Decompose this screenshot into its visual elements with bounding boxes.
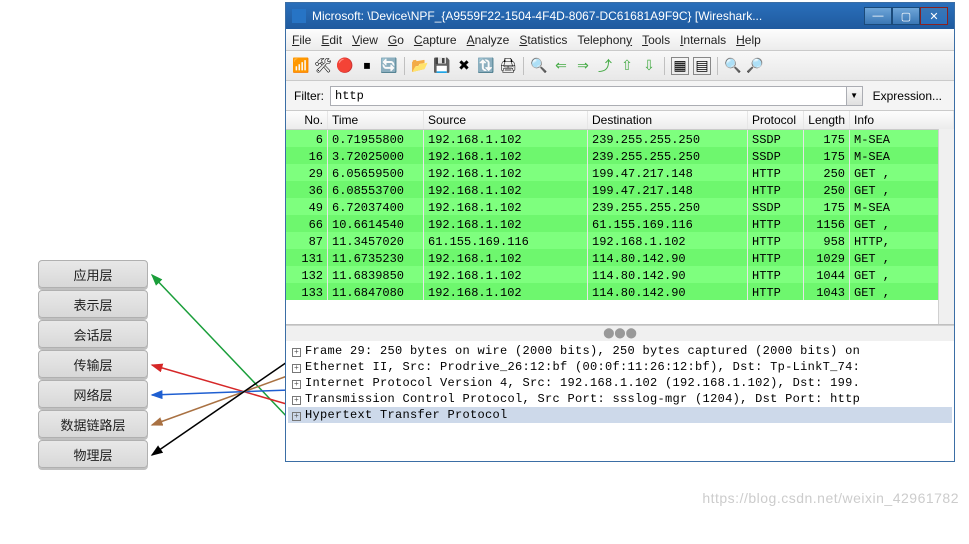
app-icon (292, 9, 306, 23)
filter-bar: Filter: ▼ Expression... (286, 81, 954, 111)
zoom-in-icon[interactable]: 🔍 (724, 57, 742, 75)
osi-physical: 物理层 (38, 440, 148, 468)
table-row[interactable]: 13211.6839850192.168.1.102114.80.142.90H… (286, 266, 954, 283)
expand-icon[interactable]: + (292, 412, 301, 421)
detail-ethernet[interactable]: +Ethernet II, Src: Prodrive_26:12:bf (00… (288, 359, 952, 375)
col-length[interactable]: Length (804, 111, 850, 129)
col-info[interactable]: Info (850, 111, 954, 129)
go-to-packet-icon[interactable]: ⤴ (596, 57, 614, 75)
maximize-button[interactable]: ▢ (892, 7, 920, 25)
table-row[interactable]: 366.08553700192.168.1.102199.47.217.148H… (286, 181, 954, 198)
go-last-icon[interactable]: ⇩ (640, 57, 658, 75)
open-icon[interactable]: 📂 (411, 57, 429, 75)
col-source[interactable]: Source (424, 111, 588, 129)
packet-list-body[interactable]: 60.71955800192.168.1.102239.255.255.250S… (286, 130, 954, 300)
options-icon[interactable]: 🛠 (314, 57, 332, 75)
menu-go[interactable]: Go (388, 33, 404, 47)
table-row[interactable]: 60.71955800192.168.1.102239.255.255.250S… (286, 130, 954, 147)
col-destination[interactable]: Destination (588, 111, 748, 129)
osi-stack: 应用层 表示层 会话层 传输层 网络层 数据链路层 物理层 (38, 260, 148, 470)
menubar: File Edit View Go Capture Analyze Statis… (286, 29, 954, 51)
watermark: https://blog.csdn.net/weixin_42961782 (702, 490, 959, 506)
expression-button[interactable]: Expression... (869, 89, 946, 103)
osi-network: 网络层 (38, 380, 148, 408)
expand-icon[interactable]: + (292, 348, 301, 357)
close-file-icon[interactable]: ✖ (455, 57, 473, 75)
titlebar: Microsoft: \Device\NPF_{A9559F22-1504-4F… (286, 3, 954, 29)
osi-datalink: 数据链路层 (38, 410, 148, 438)
menu-file[interactable]: File (292, 33, 311, 47)
menu-analyze[interactable]: Analyze (467, 33, 510, 47)
detail-frame[interactable]: +Frame 29: 250 bytes on wire (2000 bits)… (288, 343, 952, 359)
print-icon[interactable]: 🖨 (499, 57, 517, 75)
table-row[interactable]: 163.72025000192.168.1.102239.255.255.250… (286, 147, 954, 164)
filter-label: Filter: (294, 89, 324, 103)
restart-capture-icon[interactable]: 🔄 (380, 57, 398, 75)
autoscroll-icon[interactable]: ▤ (693, 57, 711, 75)
go-forward-icon[interactable]: ⇒ (574, 57, 592, 75)
horizontal-scrollbar[interactable]: ⬤⬤⬤ (286, 325, 954, 341)
go-first-icon[interactable]: ⇧ (618, 57, 636, 75)
expand-icon[interactable]: + (292, 380, 301, 389)
detail-ip[interactable]: +Internet Protocol Version 4, Src: 192.1… (288, 375, 952, 391)
packet-list-header: No. Time Source Destination Protocol Len… (286, 111, 954, 130)
menu-edit[interactable]: Edit (321, 33, 342, 47)
col-time[interactable]: Time (328, 111, 424, 129)
toolbar: 📶 🛠 🔴 ⏹ 🔄 📂 💾 ✖ 🔃 🖨 🔍 ⇐ ⇒ ⤴ ⇧ ⇩ ▦ ▤ 🔍 🔎 (286, 51, 954, 81)
find-icon[interactable]: 🔍 (530, 57, 548, 75)
menu-view[interactable]: View (352, 33, 378, 47)
interfaces-icon[interactable]: 📶 (292, 57, 310, 75)
reload-icon[interactable]: 🔃 (477, 57, 495, 75)
wireshark-window: Microsoft: \Device\NPF_{A9559F22-1504-4F… (285, 2, 955, 462)
menu-statistics[interactable]: Statistics (519, 33, 567, 47)
table-row[interactable]: 13111.6735230192.168.1.102114.80.142.90H… (286, 249, 954, 266)
vertical-scrollbar[interactable] (938, 129, 954, 324)
filter-input[interactable] (331, 87, 846, 105)
go-back-icon[interactable]: ⇐ (552, 57, 570, 75)
osi-application: 应用层 (38, 260, 148, 288)
col-no[interactable]: No. (286, 111, 328, 129)
table-row[interactable]: 6610.6614540192.168.1.10261.155.169.116H… (286, 215, 954, 232)
packet-list-pane: No. Time Source Destination Protocol Len… (286, 111, 954, 325)
menu-tools[interactable]: Tools (642, 33, 670, 47)
menu-help[interactable]: Help (736, 33, 761, 47)
expand-icon[interactable]: + (292, 396, 301, 405)
zoom-out-icon[interactable]: 🔎 (746, 57, 764, 75)
table-row[interactable]: 496.72037400192.168.1.102239.255.255.250… (286, 198, 954, 215)
osi-session: 会话层 (38, 320, 148, 348)
close-button[interactable]: ✕ (920, 7, 948, 25)
expand-icon[interactable]: + (292, 364, 301, 373)
packet-details-pane[interactable]: +Frame 29: 250 bytes on wire (2000 bits)… (286, 341, 954, 449)
save-icon[interactable]: 💾 (433, 57, 451, 75)
table-row[interactable]: 8711.345702061.155.169.116192.168.1.102H… (286, 232, 954, 249)
table-row[interactable]: 13311.6847080192.168.1.102114.80.142.90H… (286, 283, 954, 300)
menu-capture[interactable]: Capture (414, 33, 457, 47)
col-protocol[interactable]: Protocol (748, 111, 804, 129)
colorize-icon[interactable]: ▦ (671, 57, 689, 75)
filter-dropdown-icon[interactable]: ▼ (846, 87, 862, 105)
window-title: Microsoft: \Device\NPF_{A9559F22-1504-4F… (312, 9, 864, 23)
menu-internals[interactable]: Internals (680, 33, 726, 47)
detail-tcp[interactable]: +Transmission Control Protocol, Src Port… (288, 391, 952, 407)
detail-http[interactable]: +Hypertext Transfer Protocol (288, 407, 952, 423)
osi-presentation: 表示层 (38, 290, 148, 318)
minimize-button[interactable]: — (864, 7, 892, 25)
osi-transport: 传输层 (38, 350, 148, 378)
stop-capture-icon[interactable]: ⏹ (358, 57, 376, 75)
table-row[interactable]: 296.05659500192.168.1.102199.47.217.148H… (286, 164, 954, 181)
start-capture-icon[interactable]: 🔴 (336, 57, 354, 75)
menu-telephony[interactable]: Telephony (577, 33, 632, 47)
